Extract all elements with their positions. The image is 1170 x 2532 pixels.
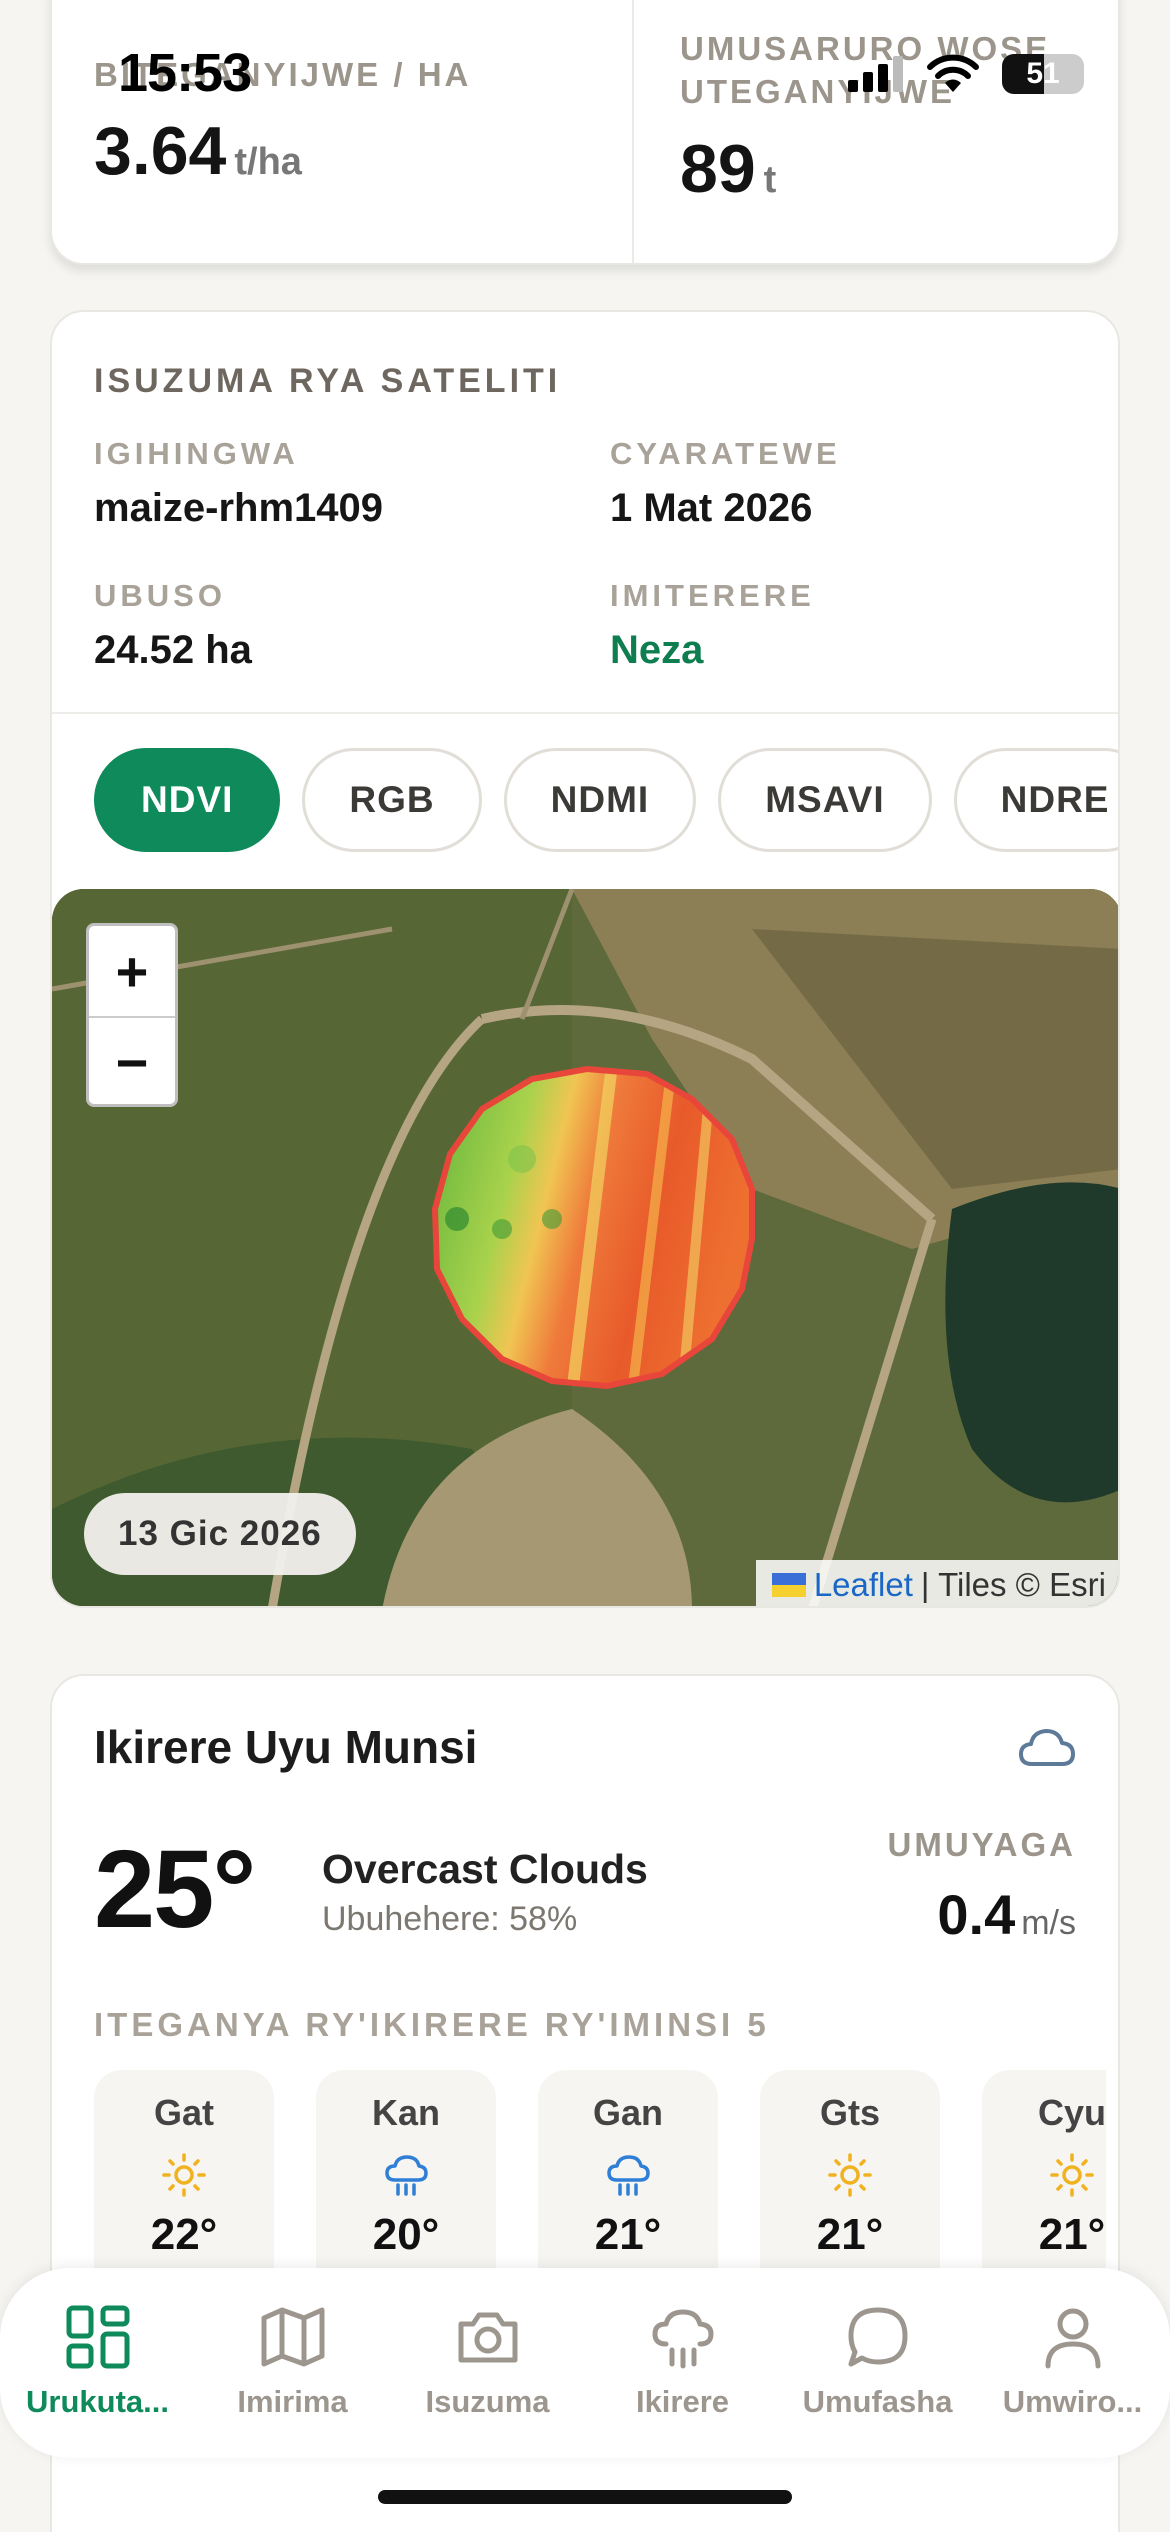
area-label: UBUSO bbox=[94, 578, 226, 613]
layer-selector: NDVI RGB NDMI MSAVI NDRE bbox=[94, 748, 1118, 858]
total-yield-value: 89 bbox=[680, 131, 756, 207]
bottom-navigation: Urukuta... Imirima Isuzuma Ikirere Umufa… bbox=[0, 2268, 1170, 2458]
yield-summary-card: BITEGANYIJWE / HA 3.64 t/ha UMUSARURO WOS… bbox=[50, 0, 1120, 265]
forecast-day-name: Gts bbox=[819, 2092, 880, 2133]
total-yield-label: UMUSARURO WOSE UTEGANYIJWE bbox=[680, 30, 1051, 110]
zoom-control: + − bbox=[86, 923, 178, 1107]
current-temperature: 25° bbox=[94, 1828, 256, 1951]
weather-icon bbox=[652, 2309, 713, 2369]
nav-item-fields[interactable]: Imirima bbox=[195, 2268, 390, 2458]
map-attribution: Leaflet | Tiles © Esri bbox=[755, 1560, 1118, 1606]
wind-label: UMUYAGA bbox=[887, 1826, 1076, 1863]
leaflet-link[interactable]: Leaflet bbox=[814, 1566, 913, 1604]
nav-label-fields: Imirima bbox=[237, 2384, 348, 2419]
wind-unit: m/s bbox=[1021, 1904, 1076, 1942]
nav-item-profile[interactable]: Umwiro... bbox=[975, 2268, 1170, 2458]
rain-icon bbox=[383, 2152, 429, 2198]
forecast-temp: 21° bbox=[1038, 2210, 1106, 2259]
nav-label-profile: Umwiro... bbox=[1002, 2384, 1143, 2419]
nav-item-weather[interactable]: Ikirere bbox=[585, 2268, 780, 2458]
tiles-attribution: | Tiles © Esri bbox=[920, 1566, 1106, 1603]
layer-chip-msavi[interactable]: MSAVI bbox=[718, 748, 932, 852]
camera-icon bbox=[458, 2312, 517, 2363]
nav-label-assistant: Umufasha bbox=[802, 2384, 953, 2419]
layer-chip-ndvi[interactable]: NDVI bbox=[94, 748, 281, 852]
map-icon bbox=[261, 2307, 324, 2367]
satellite-map[interactable]: + − 13 Gic 2026 Leaflet | Tiles © Esri bbox=[52, 889, 1118, 1606]
wind-value: 0.4 bbox=[937, 1883, 1016, 1946]
sun-icon bbox=[1049, 2152, 1095, 2198]
weather-description: Overcast Clouds bbox=[322, 1846, 648, 1892]
humidity: Ubuhehere: 58% bbox=[322, 1900, 578, 1938]
area-info: UBUSO 24.52 ha bbox=[94, 578, 574, 673]
forecast-day-name: Cyu bbox=[1037, 2092, 1106, 2133]
forecast-day-name: Kan bbox=[371, 2092, 440, 2133]
nav-label-scan: Isuzuma bbox=[425, 2384, 550, 2419]
yield-per-ha: BITEGANYIJWE / HA 3.64 t/ha bbox=[94, 0, 554, 263]
imagery-date-badge: 13 Gic 2026 bbox=[84, 1493, 356, 1575]
satellite-analysis-card: ISUZUMA RYA SATELITI IGIHINGWA maize-rhm… bbox=[50, 310, 1120, 1608]
total-yield-unit: t bbox=[763, 159, 777, 201]
home-indicator bbox=[378, 2490, 792, 2504]
crop-label: IGIHINGWA bbox=[94, 436, 299, 471]
ukraine-flag-icon bbox=[771, 1573, 806, 1597]
nav-label-dashboard: Urukuta... bbox=[26, 2384, 169, 2419]
sun-icon bbox=[161, 2152, 207, 2198]
health-label: IMITERERE bbox=[610, 578, 815, 613]
forecast-temp: 21° bbox=[594, 2210, 662, 2259]
planted-value: 1 Mat 2026 bbox=[610, 486, 813, 530]
planted-info: CYARATEWE 1 Mat 2026 bbox=[610, 436, 1090, 531]
profile-icon bbox=[1045, 2308, 1100, 2369]
forecast-title: ITEGANYA RY'IKIRERE RY'IMINSI 5 bbox=[94, 2006, 770, 2043]
layer-chip-ndmi[interactable]: NDMI bbox=[503, 748, 697, 852]
yield-per-ha-unit: t/ha bbox=[234, 141, 302, 183]
chat-icon bbox=[848, 2307, 907, 2367]
layer-chip-rgb[interactable]: RGB bbox=[302, 748, 482, 852]
total-yield: UMUSARURO WOSE UTEGANYIJWE 89 t bbox=[632, 0, 1092, 263]
forecast-day-name: Gat bbox=[153, 2092, 214, 2133]
rain-icon bbox=[605, 2152, 651, 2198]
crop-value: maize-rhm1409 bbox=[94, 486, 384, 530]
zoom-in-button[interactable]: + bbox=[89, 926, 175, 1016]
sun-icon bbox=[827, 2152, 873, 2198]
layer-chip-ndre[interactable]: NDRE bbox=[953, 748, 1118, 852]
yield-per-ha-label: BITEGANYIJWE / HA bbox=[94, 56, 472, 93]
crop-info: IGIHINGWA maize-rhm1409 bbox=[94, 436, 574, 531]
health-value: Neza bbox=[610, 628, 704, 672]
planted-label: CYARATEWE bbox=[610, 436, 841, 471]
yield-per-ha-value: 3.64 bbox=[94, 113, 227, 189]
dashboard-icon bbox=[66, 2305, 129, 2369]
nav-label-weather: Ikirere bbox=[635, 2384, 730, 2419]
zoom-out-button[interactable]: − bbox=[89, 1016, 175, 1104]
wind-speed: 0.4 m/s bbox=[937, 1882, 1076, 1947]
health-info: IMITERERE Neza bbox=[610, 578, 1090, 673]
forecast-temp: 20° bbox=[372, 2210, 440, 2259]
forecast-day-name: Gan bbox=[592, 2092, 663, 2133]
nav-item-dashboard[interactable]: Urukuta... bbox=[0, 2268, 195, 2458]
area-value: 24.52 ha bbox=[94, 628, 252, 672]
cloud-icon bbox=[1019, 1729, 1075, 1766]
forecast-temp: 22° bbox=[150, 2210, 218, 2259]
satellite-title: ISUZUMA RYA SATELITI bbox=[94, 362, 562, 400]
forecast-temp: 21° bbox=[816, 2210, 884, 2259]
divider bbox=[52, 712, 1118, 714]
weather-title: Ikirere Uyu Munsi bbox=[94, 1721, 478, 1773]
nav-item-assistant[interactable]: Umufasha bbox=[780, 2268, 975, 2458]
nav-item-scan[interactable]: Isuzuma bbox=[390, 2268, 585, 2458]
